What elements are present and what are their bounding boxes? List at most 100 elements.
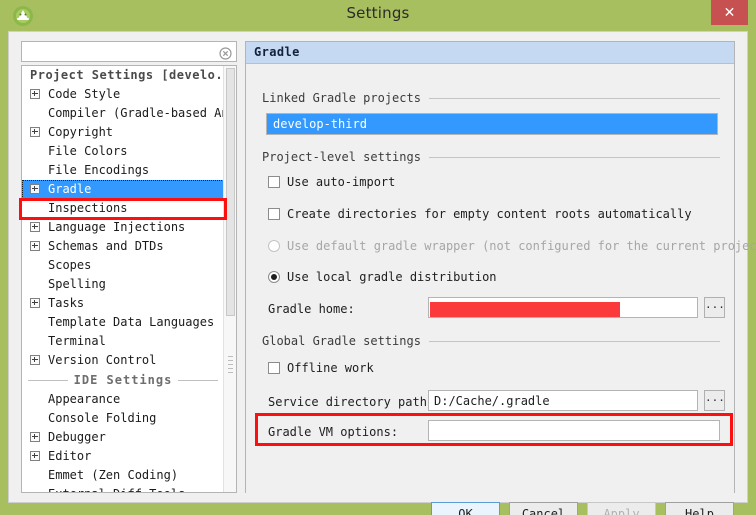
sidebar-item-label: Gradle (48, 182, 92, 196)
expand-icon[interactable] (30, 451, 40, 461)
sidebar-item-label: Inspections (48, 201, 128, 215)
sidebar-item-project-settings-develo[interactable]: Project Settings [develo... (22, 66, 236, 85)
sidebar-item-version-control[interactable]: Version Control (22, 351, 224, 370)
checkbox-create-directories[interactable]: Create directories for empty content roo… (268, 205, 692, 223)
sidebar-item-label: File Encodings (48, 163, 150, 177)
sidebar-item-editor[interactable]: Editor (22, 447, 224, 466)
search-input[interactable] (26, 44, 210, 62)
radio-use-local-gradle-distribution[interactable]: Use local gradle distribution (268, 268, 497, 286)
sidebar-item-terminal[interactable]: Terminal (22, 332, 224, 351)
checkbox-box[interactable] (268, 362, 280, 374)
expand-icon[interactable] (30, 89, 40, 99)
sidebar-item-emmet-zen-coding[interactable]: Emmet (Zen Coding) (22, 466, 224, 485)
sidebar-item-label: Template Data Languages (48, 315, 215, 329)
expand-icon[interactable] (30, 355, 40, 365)
service-directory-path-input[interactable]: D:/Cache/.gradle (428, 390, 698, 411)
tree-scrollbar-grip (228, 356, 233, 378)
section-rule (428, 340, 720, 342)
gradle-home-browse-button[interactable]: ... (704, 297, 725, 318)
ok-button[interactable]: OK (431, 502, 500, 515)
dialog-body: Project Settings [develo... Code Style Com… (8, 31, 756, 515)
checkbox-box[interactable] (268, 208, 280, 220)
sidebar-item-label: Editor (48, 449, 92, 463)
cancel-button[interactable]: Cancel (509, 502, 578, 515)
close-button[interactable]: ✕ (711, 0, 748, 25)
checkbox-box[interactable] (268, 176, 280, 188)
sidebar-item-label: Version Control (48, 353, 157, 367)
sidebar-item-file-colors[interactable]: File Colors (22, 142, 224, 161)
sidebar-item-compiler-gradle-based-and[interactable]: Compiler (Gradle-based And... (22, 104, 236, 123)
gradle-home-label: Gradle home: (268, 302, 355, 316)
panel-content: Linked Gradle projects develop-third Pro… (246, 65, 756, 493)
sidebar-separator-ide-settings: IDE Settings (22, 370, 224, 390)
service-directory-browse-button[interactable]: ... (704, 390, 725, 411)
settings-tree[interactable]: Project Settings [develo... Code Style Com… (22, 66, 236, 492)
sidebar-item-label: Console Folding (48, 411, 157, 425)
gradle-home-input[interactable] (428, 297, 698, 318)
sidebar-item-gradle[interactable]: Gradle (22, 180, 224, 199)
apply-button: Apply (587, 502, 656, 515)
sidebar-item-label: Emmet (Zen Coding) (48, 468, 179, 482)
checkbox-label: Use auto-import (287, 175, 396, 189)
checkbox-use-auto-import[interactable]: Use auto-import (268, 173, 395, 191)
settings-dialog: Settings ✕ Project Settings [develo... Co… (0, 0, 756, 515)
sidebar-item-label: External Diff Tools (48, 487, 185, 492)
checkbox-offline-work[interactable]: Offline work (268, 359, 374, 377)
section-global-gradle-settings: Global Gradle settings (262, 333, 720, 349)
sidebar-item-label: File Colors (48, 144, 128, 158)
gradle-vm-options-input[interactable] (428, 420, 720, 441)
sidebar-item-label: Copyright (48, 125, 114, 139)
sidebar-item-debugger[interactable]: Debugger (22, 428, 224, 447)
clear-circle-icon[interactable] (219, 45, 232, 60)
expand-icon[interactable] (30, 298, 40, 308)
gradle-vm-options-label: Gradle VM options: (268, 425, 399, 439)
redaction-block (430, 302, 620, 317)
settings-search-box[interactable] (21, 41, 237, 62)
sidebar-item-label: Debugger (48, 430, 106, 444)
expand-icon[interactable] (30, 184, 40, 194)
sidebar-item-inspections[interactable]: Inspections (22, 199, 224, 218)
settings-tree-panel[interactable]: Project Settings [develo... Code Style Com… (21, 65, 237, 493)
tree-scrollbar[interactable] (223, 66, 236, 492)
ellipsis-icon: ... (705, 391, 725, 404)
ellipsis-icon: ... (705, 298, 725, 311)
expand-icon[interactable] (30, 127, 40, 137)
separator-line (178, 379, 219, 381)
sidebar-item-appearance[interactable]: Appearance (22, 390, 224, 409)
sidebar-item-label: Language Injections (48, 220, 186, 234)
separator-line (28, 379, 68, 381)
radio-button (268, 240, 280, 252)
sidebar-item-code-style[interactable]: Code Style (22, 85, 224, 104)
sidebar-item-console-folding[interactable]: Console Folding (22, 409, 224, 428)
section-label: Global Gradle settings (262, 334, 421, 348)
sidebar-item-template-data-languages[interactable]: Template Data Languages (22, 313, 224, 332)
sidebar-item-file-encodings[interactable]: File Encodings (22, 161, 224, 180)
help-button[interactable]: Help (665, 502, 734, 515)
separator-label: IDE Settings (73, 373, 173, 387)
window-title: Settings (346, 4, 410, 22)
sidebar-item-label: Terminal (48, 334, 106, 348)
radio-label: Use default gradle wrapper (not configur… (287, 239, 756, 253)
sidebar-item-scopes[interactable]: Scopes (22, 256, 224, 275)
section-project-level-settings: Project-level settings (262, 149, 720, 165)
sidebar-item-external-diff-tools[interactable]: External Diff Tools (22, 485, 224, 492)
list-item[interactable]: develop-third (267, 114, 717, 134)
sidebar-item-language-injections[interactable]: Language Injections (22, 218, 224, 237)
sidebar-item-schemas-and-dtds[interactable]: Schemas and DTDs (22, 237, 224, 256)
ok-label: OK (458, 507, 473, 515)
sidebar-item-label: Code Style (48, 87, 121, 101)
section-rule (428, 156, 720, 158)
sidebar-item-label: Scopes (48, 258, 92, 272)
radio-button[interactable] (268, 271, 280, 283)
service-directory-path-label: Service directory path: (268, 395, 435, 409)
tree-scrollbar-thumb[interactable] (226, 68, 235, 316)
sidebar-item-tasks[interactable]: Tasks (22, 294, 224, 313)
panel-header: Gradle (246, 42, 734, 64)
cancel-label: Cancel (521, 507, 566, 515)
linked-projects-list[interactable]: develop-third (266, 113, 718, 135)
sidebar-item-spelling[interactable]: Spelling (22, 275, 224, 294)
expand-icon[interactable] (30, 222, 40, 232)
expand-icon[interactable] (30, 432, 40, 442)
expand-icon[interactable] (30, 241, 40, 251)
sidebar-item-copyright[interactable]: Copyright (22, 123, 224, 142)
